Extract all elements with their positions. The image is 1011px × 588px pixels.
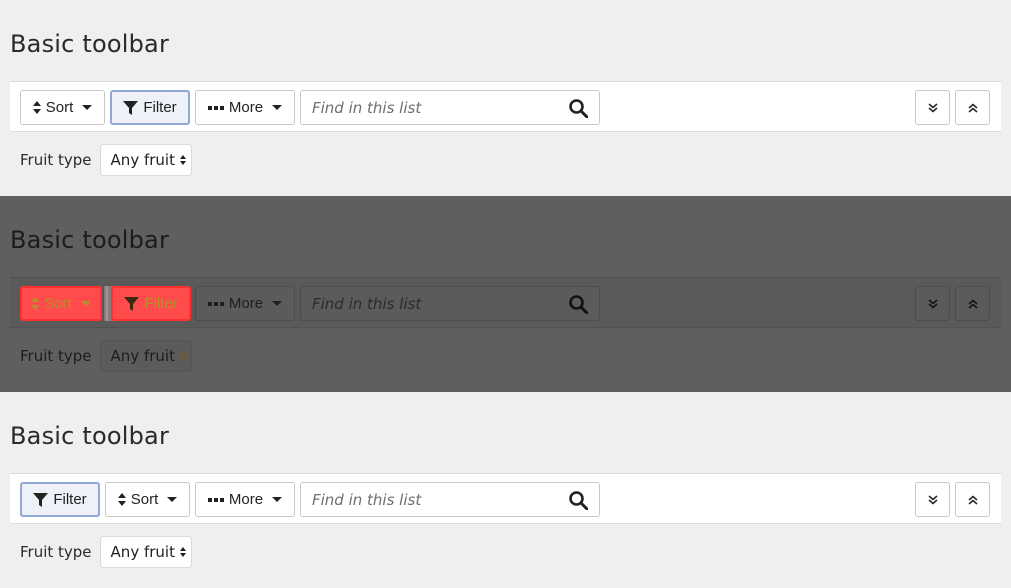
collapse-up-icon	[968, 103, 977, 113]
chevron-down-icon	[82, 105, 93, 110]
expand-all-button[interactable]	[955, 90, 990, 125]
more-icon	[207, 497, 224, 502]
select-arrows-icon	[179, 547, 186, 557]
filter-button[interactable]: Filter	[111, 286, 191, 321]
section-title: Basic toolbar	[10, 226, 170, 254]
filter-label: Filter	[53, 491, 87, 508]
toolbar: Sort Filter More	[10, 81, 1001, 132]
search-icon[interactable]	[569, 295, 588, 314]
toolbar-example-2: Basic toolbar Sort Filter More Fruit typ…	[0, 196, 1011, 392]
toolbar-example-3: Basic toolbar Filter Sort More Fruit typ…	[0, 392, 1011, 588]
fruit-type-value: Any fruit	[110, 347, 175, 365]
search-input[interactable]	[312, 97, 552, 119]
filter-label: Filter	[143, 99, 177, 116]
search-icon[interactable]	[569, 491, 588, 510]
fruit-type-filter: Fruit type Any fruit	[20, 340, 192, 372]
collapse-down-icon	[928, 102, 937, 112]
section-title: Basic toolbar	[10, 422, 170, 450]
collapse-up-icon	[968, 495, 977, 505]
chevron-down-icon	[272, 301, 283, 306]
fruit-type-select[interactable]: Any fruit	[99, 340, 192, 372]
collapse-up-icon	[968, 299, 977, 309]
more-label: More	[228, 99, 264, 116]
search-input[interactable]	[312, 293, 552, 315]
search-box	[300, 482, 600, 517]
expand-all-button[interactable]	[955, 482, 990, 517]
filter-label: Filter	[144, 295, 178, 312]
fruit-type-select[interactable]: Any fruit	[99, 536, 192, 568]
sort-label: Sort	[130, 491, 159, 508]
sort-icon	[117, 493, 126, 506]
filter-icon	[33, 492, 49, 507]
fruit-type-value: Any fruit	[110, 543, 175, 561]
sort-button[interactable]: Sort	[105, 482, 190, 517]
toolbar: Sort Filter More	[10, 277, 1001, 328]
search-box	[300, 90, 600, 125]
fruit-type-value: Any fruit	[110, 151, 175, 169]
sort-icon	[32, 101, 41, 114]
more-label: More	[228, 295, 264, 312]
sort-button[interactable]: Sort	[20, 90, 105, 125]
sort-label: Sort	[45, 99, 74, 116]
more-label: More	[228, 491, 264, 508]
fruit-type-filter: Fruit type Any fruit	[20, 536, 192, 568]
section-title: Basic toolbar	[10, 30, 170, 58]
sort-button[interactable]: Sort	[20, 286, 102, 321]
toolbar: Filter Sort More	[10, 473, 1001, 524]
toolbar-example-1: Basic toolbar Sort Filter More Fruit typ…	[0, 0, 1011, 196]
more-button[interactable]: More	[195, 286, 295, 321]
search-box	[300, 286, 600, 321]
filter-button[interactable]: Filter	[110, 90, 190, 125]
fruit-type-select[interactable]: Any fruit	[99, 144, 192, 176]
fruit-type-label: Fruit type	[20, 151, 92, 169]
chevron-down-icon	[80, 301, 91, 306]
filter-button[interactable]: Filter	[20, 482, 100, 517]
filter-icon	[123, 100, 139, 115]
chevron-down-icon	[272, 105, 283, 110]
more-button[interactable]: More	[195, 482, 295, 517]
more-icon	[207, 301, 224, 306]
search-icon[interactable]	[569, 99, 588, 118]
collapse-all-button[interactable]	[915, 286, 950, 321]
chevron-down-icon	[167, 497, 178, 502]
chevron-down-icon	[272, 497, 283, 502]
fruit-type-label: Fruit type	[20, 347, 92, 365]
select-arrows-icon	[179, 155, 186, 165]
sort-label: Sort	[44, 295, 72, 312]
collapse-down-icon	[928, 494, 937, 504]
filter-icon	[124, 296, 140, 311]
collapse-down-icon	[928, 298, 937, 308]
sort-icon	[31, 297, 40, 310]
collapse-all-button[interactable]	[915, 482, 950, 517]
fruit-type-filter: Fruit type Any fruit	[20, 144, 192, 176]
more-button[interactable]: More	[195, 90, 295, 125]
select-arrows-icon	[179, 351, 186, 361]
more-icon	[207, 105, 224, 110]
collapse-all-button[interactable]	[915, 90, 950, 125]
expand-all-button[interactable]	[955, 286, 990, 321]
fruit-type-label: Fruit type	[20, 543, 92, 561]
search-input[interactable]	[312, 489, 552, 511]
